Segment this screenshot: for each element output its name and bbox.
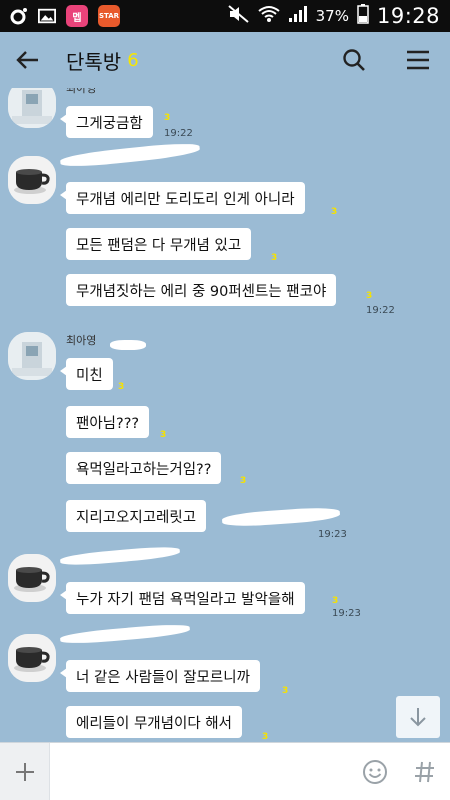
mute-icon <box>227 5 250 27</box>
unread-count: 3 <box>331 207 338 217</box>
message-input[interactable] <box>50 742 350 800</box>
avatar[interactable] <box>8 332 56 380</box>
redaction-scribble <box>59 544 181 568</box>
redaction-scribble <box>59 622 191 646</box>
image-icon <box>38 7 56 25</box>
smiley-icon <box>363 759 387 784</box>
chat-header: 단톡방 6 <box>0 32 450 88</box>
unread-count: 3 <box>366 291 373 301</box>
avatar[interactable] <box>8 554 56 602</box>
message-bubble[interactable]: 누가 자기 팬덤 욕먹일라고 발악을해 <box>60 582 305 614</box>
message-bubble[interactable]: 욕먹일라고하는거임?? <box>66 452 222 484</box>
battery-icon <box>357 4 369 28</box>
message-bubble[interactable]: 에리들이 무개념이다 해서 <box>66 706 242 738</box>
message-bubble[interactable]: 무개념짓하는 에리 중 90퍼센트는 팬코야 <box>66 274 337 306</box>
emoticon-button[interactable] <box>350 743 400 800</box>
menu-button[interactable] <box>386 32 450 88</box>
message-bubble[interactable]: 너 같은 사람들이 잘모르니까 <box>60 660 260 692</box>
message-bubble[interactable]: 모든 팬덤은 다 무개념 있고 <box>66 228 252 260</box>
clock: 19:28 <box>376 4 440 28</box>
unread-count: 3 <box>262 732 269 742</box>
scroll-to-bottom-button[interactable] <box>396 696 440 738</box>
unread-count: 3 <box>271 253 278 263</box>
message-bubble[interactable]: 미친 <box>60 358 113 390</box>
arrow-down-icon <box>410 708 426 727</box>
wifi-icon <box>258 5 280 27</box>
message-time: 19:22 <box>366 305 395 316</box>
chat-area[interactable]: 최아영 그게궁금함 3 19:22 무개념 에리만 도리도리 인게 아니라 3 … <box>0 88 450 742</box>
member-count: 6 <box>127 49 139 71</box>
unread-count: 3 <box>164 113 171 123</box>
back-button[interactable] <box>0 32 56 88</box>
unread-count: 3 <box>332 596 339 606</box>
status-bar: 멥 STAR 37% 19:28 <box>0 0 450 32</box>
profile-photo-icon <box>8 88 56 128</box>
coffee-cup-icon <box>8 634 56 682</box>
message-bubble[interactable]: 그게궁금함 <box>60 106 153 138</box>
unread-count: 3 <box>240 476 247 486</box>
star-app-icon: STAR <box>98 5 120 27</box>
message-time: 19:22 <box>164 128 193 139</box>
message-input-bar <box>0 742 450 800</box>
search-icon <box>343 49 365 71</box>
signal-icon <box>288 5 308 27</box>
battery-percent: 37% <box>315 7 349 25</box>
message-bubble[interactable]: 지리고오지고레릿고 <box>66 500 207 532</box>
redaction-scribble <box>221 505 341 529</box>
sender-name: 최아영 <box>66 88 97 95</box>
message-time: 19:23 <box>318 529 347 540</box>
hash-button[interactable] <box>400 743 450 800</box>
search-button[interactable] <box>322 32 386 88</box>
message-time: 19:23 <box>332 608 361 619</box>
avatar[interactable] <box>8 88 56 128</box>
coffee-cup-icon <box>8 554 56 602</box>
hamburger-icon <box>407 50 429 70</box>
chat-title: 단톡방 <box>66 49 122 74</box>
redaction-scribble <box>110 340 146 350</box>
redaction-scribble <box>59 140 201 170</box>
hash-icon <box>415 761 434 782</box>
profile-photo-icon <box>8 332 56 380</box>
message-bubble[interactable]: 팬아님??? <box>66 406 150 438</box>
message-bubble[interactable]: 무개념 에리만 도리도리 인게 아니라 <box>60 182 305 214</box>
arrow-left-icon <box>16 51 38 69</box>
unread-count: 3 <box>282 686 289 696</box>
plus-icon <box>15 762 34 781</box>
unread-count: 3 <box>160 430 167 440</box>
unread-count: 3 <box>118 382 125 392</box>
app-badge-icon: 멥 <box>66 5 88 27</box>
coffee-cup-icon <box>8 156 56 204</box>
avatar[interactable] <box>8 634 56 682</box>
avatar[interactable] <box>8 156 56 204</box>
notification-circle-icon <box>10 7 28 25</box>
sender-name: 최아영 <box>66 334 97 347</box>
attach-button[interactable] <box>0 742 50 800</box>
